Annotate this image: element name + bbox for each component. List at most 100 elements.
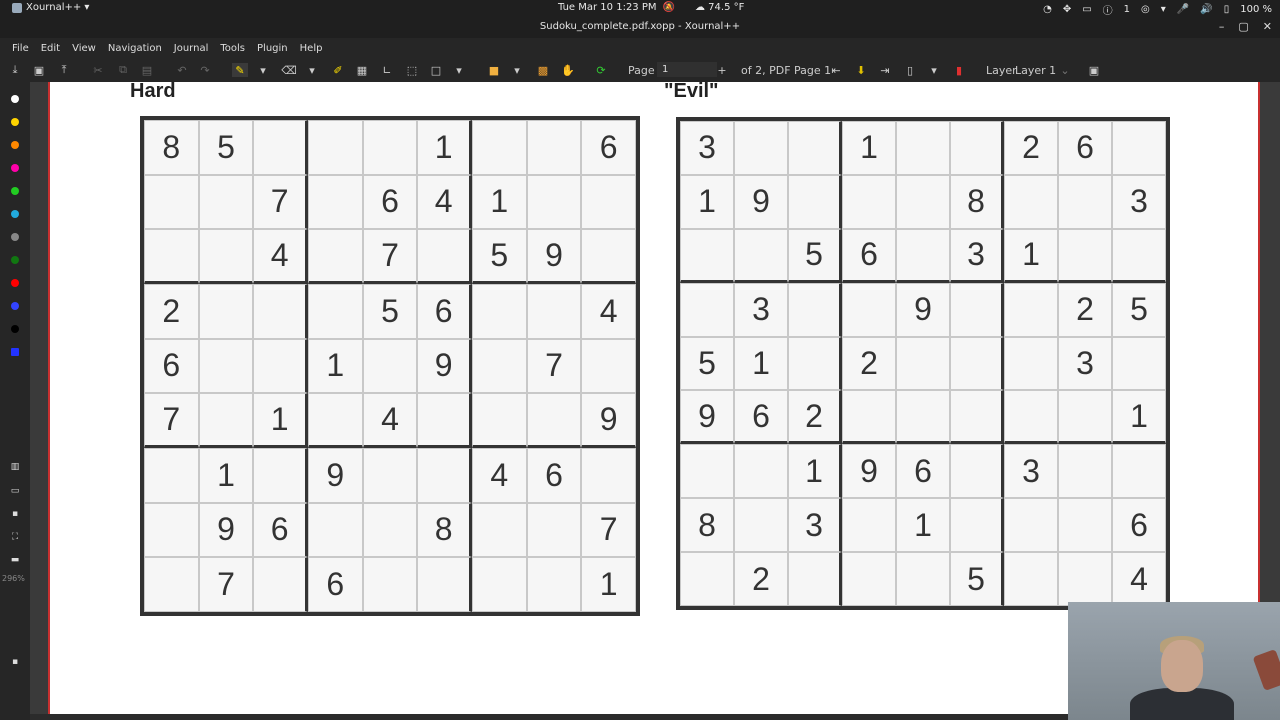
sudoku-cell bbox=[734, 121, 788, 175]
paste-icon[interactable]: ▤ bbox=[141, 63, 153, 77]
chevron-down-icon[interactable]: ▾ bbox=[454, 63, 464, 77]
sudoku-cell bbox=[198, 338, 254, 394]
cut-icon[interactable]: ✂ bbox=[92, 63, 104, 77]
sudoku-cell bbox=[253, 448, 308, 503]
clock[interactable]: Tue Mar 10 1:23 PM 🔕 bbox=[558, 2, 675, 13]
color-picker-icon[interactable]: ■ bbox=[487, 63, 501, 77]
menu-journal[interactable]: Journal bbox=[168, 43, 215, 54]
alert-icon[interactable]: ⓘ bbox=[1103, 2, 1113, 17]
image-insert-icon[interactable]: ▩ bbox=[536, 63, 550, 77]
upload-icon[interactable]: ⤒ bbox=[58, 63, 70, 77]
rectangle-icon[interactable]: □ bbox=[429, 63, 443, 77]
sudoku-cell bbox=[896, 390, 950, 445]
color-swatch[interactable] bbox=[11, 279, 19, 287]
sudoku-cell bbox=[680, 444, 734, 499]
puzzle-extension-icon[interactable]: ✥ bbox=[1063, 4, 1071, 15]
layout-icon[interactable]: ▭ bbox=[9, 486, 21, 496]
sudoku-cell bbox=[734, 444, 788, 499]
notifications-muted-icon: 🔕 bbox=[662, 2, 675, 13]
timer-icon[interactable]: ◔ bbox=[1043, 4, 1052, 15]
sudoku-cell bbox=[198, 229, 254, 284]
menu-view[interactable]: View bbox=[66, 43, 102, 54]
xournal-app-icon bbox=[12, 2, 22, 13]
select-icon[interactable]: ⬚ bbox=[405, 63, 419, 77]
highlighter-icon[interactable]: ✐ bbox=[331, 63, 345, 77]
color-swatch[interactable] bbox=[11, 95, 19, 103]
ruler-icon[interactable]: ∟ bbox=[381, 63, 393, 77]
new-page-icon[interactable]: ▣ bbox=[33, 63, 45, 77]
image-icon[interactable]: ▦ bbox=[355, 63, 369, 77]
menu-navigation[interactable]: Navigation bbox=[102, 43, 168, 54]
page-number-input[interactable]: 1 bbox=[657, 62, 717, 77]
notification-count: 1 bbox=[1123, 4, 1131, 15]
fit-page-icon[interactable]: ⛶ bbox=[9, 532, 21, 542]
sudoku-cell bbox=[144, 229, 199, 284]
sudoku-cell bbox=[842, 390, 896, 445]
hand-icon[interactable]: ✋ bbox=[561, 63, 575, 77]
sudoku-cell: 1 bbox=[472, 174, 527, 230]
color-swatch[interactable] bbox=[11, 118, 19, 126]
sudoku-cell bbox=[417, 393, 472, 448]
zoom-out-icon[interactable]: ▬ bbox=[9, 555, 21, 565]
battery-icon[interactable]: ▯ bbox=[1224, 4, 1230, 15]
single-page-icon[interactable]: ▪ bbox=[9, 509, 21, 519]
minimize-icon[interactable]: – bbox=[1219, 20, 1225, 33]
menu-plugin[interactable]: Plugin bbox=[251, 43, 294, 54]
fullscreen-icon[interactable]: ▣ bbox=[1087, 63, 1101, 77]
sudoku-cell bbox=[253, 284, 308, 339]
wifi-icon[interactable]: ▾ bbox=[1161, 4, 1166, 15]
sudoku-cell bbox=[362, 557, 418, 612]
sudoku-cell bbox=[680, 282, 734, 337]
chevron-down-icon[interactable]: ▾ bbox=[512, 63, 522, 77]
chrome-icon[interactable]: ◎ bbox=[1141, 4, 1150, 15]
sudoku-cell: 6 bbox=[144, 338, 199, 394]
save-icon[interactable]: ⤓ bbox=[9, 63, 21, 77]
pen-tool-icon[interactable]: ✎ bbox=[232, 63, 248, 77]
eraser-icon[interactable]: ⌫ bbox=[281, 63, 297, 77]
undo-icon[interactable]: ↶ bbox=[176, 63, 188, 77]
last-page-icon[interactable]: ⇥ bbox=[879, 63, 891, 77]
color-swatch[interactable] bbox=[11, 256, 19, 264]
color-swatch[interactable] bbox=[11, 141, 19, 149]
sudoku-cell bbox=[896, 336, 950, 391]
close-icon[interactable]: ✕ bbox=[1263, 20, 1272, 33]
color-swatch[interactable] bbox=[11, 187, 19, 195]
sudoku-cell: 9 bbox=[308, 448, 363, 503]
microphone-icon[interactable]: 🎤 bbox=[1177, 4, 1189, 15]
book-icon[interactable]: ▥ bbox=[9, 462, 21, 472]
redo-icon[interactable]: ↷ bbox=[199, 63, 211, 77]
menu-help[interactable]: Help bbox=[294, 43, 329, 54]
color-swatch[interactable] bbox=[11, 233, 19, 241]
chevron-down-icon[interactable]: ▾ bbox=[929, 63, 939, 77]
color-swatch[interactable] bbox=[11, 302, 19, 310]
refresh-icon[interactable]: ⟳ bbox=[594, 63, 608, 77]
color-swatch[interactable] bbox=[11, 210, 19, 218]
previous-page-icon[interactable]: ⇤ bbox=[830, 63, 842, 77]
zoom-in-icon[interactable]: ▪ bbox=[9, 657, 21, 667]
menu-file[interactable]: File bbox=[6, 43, 35, 54]
chevron-down-icon[interactable]: ⌄ bbox=[1060, 63, 1070, 77]
layer-select[interactable]: Layer 1 bbox=[1015, 63, 1056, 77]
menu-edit[interactable]: Edit bbox=[35, 43, 66, 54]
screen-icon[interactable]: ▭ bbox=[1082, 4, 1091, 15]
copy-icon[interactable]: ⧉ bbox=[117, 63, 129, 77]
sudoku-cell bbox=[417, 229, 472, 284]
color-swatch[interactable] bbox=[11, 325, 19, 333]
volume-icon[interactable]: 🔊 bbox=[1200, 4, 1212, 15]
color-swatch[interactable] bbox=[11, 348, 19, 356]
chevron-down-icon[interactable]: ▾ bbox=[307, 63, 317, 77]
sudoku-cell bbox=[581, 448, 636, 503]
add-page-icon[interactable]: ▯ bbox=[903, 63, 917, 77]
chevron-down-icon[interactable]: ▾ bbox=[258, 63, 268, 77]
color-swatch[interactable] bbox=[11, 164, 19, 172]
page-of-label: of 2, PDF Page 1 bbox=[741, 63, 832, 77]
menu-tools[interactable]: Tools bbox=[214, 43, 251, 54]
maximize-icon[interactable]: ▢ bbox=[1238, 20, 1248, 33]
plus-icon[interactable]: + bbox=[717, 63, 727, 77]
sudoku-cell: 5 bbox=[680, 336, 734, 391]
app-menu[interactable]: Xournal++ ▾ bbox=[12, 2, 89, 13]
sudoku-cell bbox=[308, 174, 363, 230]
weather-indicator[interactable]: ☁ 74.5 °F bbox=[695, 2, 744, 13]
pdf-icon[interactable]: ▮ bbox=[952, 63, 966, 77]
next-page-down-icon[interactable]: ⬇ bbox=[854, 63, 868, 77]
